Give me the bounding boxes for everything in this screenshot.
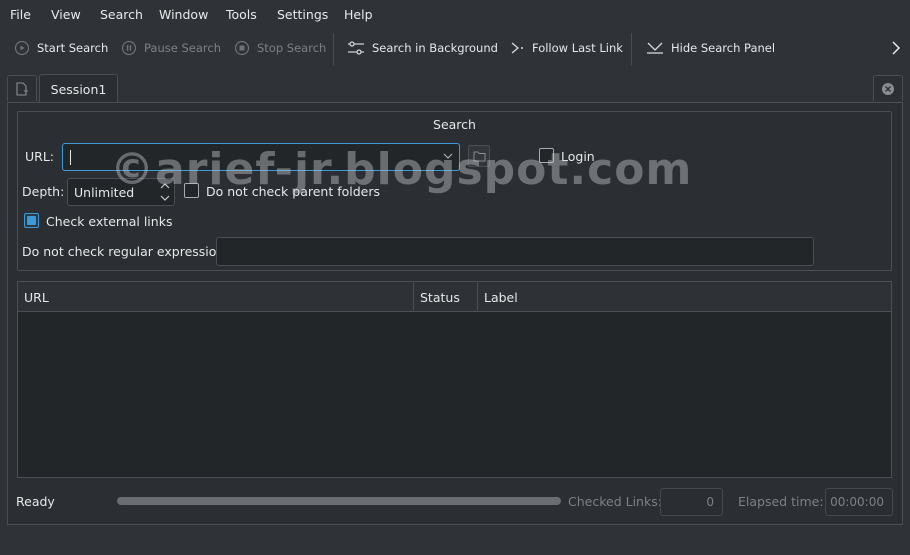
hide-search-panel-label: Hide Search Panel <box>671 41 776 55</box>
table-header: URL Status Label <box>18 282 891 312</box>
results-table[interactable]: URL Status Label <box>17 281 892 478</box>
collapse-icon <box>647 42 663 54</box>
folder-icon <box>473 151 485 161</box>
menu-help[interactable]: Help <box>344 7 373 22</box>
pause-icon <box>121 40 137 56</box>
chevron-right-icon <box>511 42 523 54</box>
menu-bar: File View Search Window Tools Settings H… <box>0 0 910 29</box>
external-links-checkbox[interactable] <box>24 213 39 228</box>
tab-label: Session1 <box>50 81 107 97</box>
search-group-title: Search <box>433 117 476 132</box>
status-text: Ready <box>16 494 55 509</box>
external-links-label: Check external links <box>46 214 173 229</box>
checked-links-label: Checked Links: <box>568 494 662 509</box>
menu-settings[interactable]: Settings <box>277 7 328 22</box>
parent-folders-label: Do not check parent folders <box>206 184 381 199</box>
depth-value: Unlimited <box>74 185 135 200</box>
column-header-label[interactable]: Label <box>478 282 891 312</box>
regex-label: Do not check regular expression: <box>22 244 229 259</box>
hide-search-panel-button[interactable]: Hide Search Panel <box>646 39 775 57</box>
login-checkbox[interactable] <box>539 148 554 163</box>
chevron-down-icon[interactable] <box>443 152 453 160</box>
depth-label: Depth: <box>22 184 65 199</box>
close-tab-button[interactable] <box>873 75 903 101</box>
browse-folder-button[interactable] <box>468 145 490 167</box>
column-header-status[interactable]: Status <box>414 282 478 312</box>
toolbar-separator <box>333 33 334 65</box>
regex-input[interactable] <box>216 237 814 266</box>
close-icon <box>882 82 894 95</box>
column-header-label: Label <box>484 289 518 305</box>
column-header-label: Status <box>420 289 460 305</box>
depth-spinbox[interactable]: Unlimited <box>67 178 175 206</box>
text-caret <box>70 150 71 165</box>
new-document-icon <box>16 81 28 96</box>
pause-search-label: Pause Search <box>144 41 221 55</box>
search-background-button[interactable]: Search in Background <box>347 39 498 57</box>
spin-arrows-icon[interactable] <box>159 181 171 203</box>
follow-last-link-label: Follow Last Link <box>532 41 623 55</box>
sliders-icon <box>348 41 364 55</box>
progress-bar <box>117 497 561 505</box>
search-background-label: Search in Background <box>372 41 498 55</box>
menu-file[interactable]: File <box>10 7 31 22</box>
column-header-url[interactable]: URL <box>18 282 414 312</box>
tab-session1[interactable]: Session1 <box>39 74 118 103</box>
checked-links-value: 0 <box>660 488 723 516</box>
parent-folders-checkbox[interactable] <box>184 183 199 198</box>
start-search-button[interactable]: Start Search <box>14 39 108 57</box>
url-label: URL: <box>25 149 55 164</box>
menu-window[interactable]: Window <box>159 7 208 22</box>
new-tab-button[interactable] <box>7 75 37 101</box>
stop-search-label: Stop Search <box>257 41 327 55</box>
toolbar-separator <box>631 33 632 65</box>
elapsed-time-value: 00:00:00 <box>825 488 893 516</box>
column-header-label: URL <box>24 289 49 305</box>
toolbar-overflow-button[interactable] <box>890 40 902 59</box>
toolbar: Start Search Pause Search Stop Search Se… <box>0 29 910 67</box>
menu-search[interactable]: Search <box>100 7 143 22</box>
play-icon <box>14 40 30 56</box>
menu-view[interactable]: View <box>51 7 81 22</box>
start-search-label: Start Search <box>37 41 109 55</box>
elapsed-time-label: Elapsed time: <box>738 494 824 509</box>
menu-tools[interactable]: Tools <box>226 7 257 22</box>
stop-icon <box>234 40 250 56</box>
follow-last-link-button[interactable]: Follow Last Link <box>509 39 623 57</box>
url-combobox[interactable] <box>62 143 460 171</box>
tab-bar: Session1 <box>0 73 910 103</box>
chevron-right-icon <box>892 41 901 55</box>
login-label: Login <box>561 149 595 164</box>
url-input[interactable] <box>69 148 429 166</box>
stop-search-button[interactable]: Stop Search <box>234 39 326 57</box>
pause-search-button[interactable]: Pause Search <box>121 39 221 57</box>
